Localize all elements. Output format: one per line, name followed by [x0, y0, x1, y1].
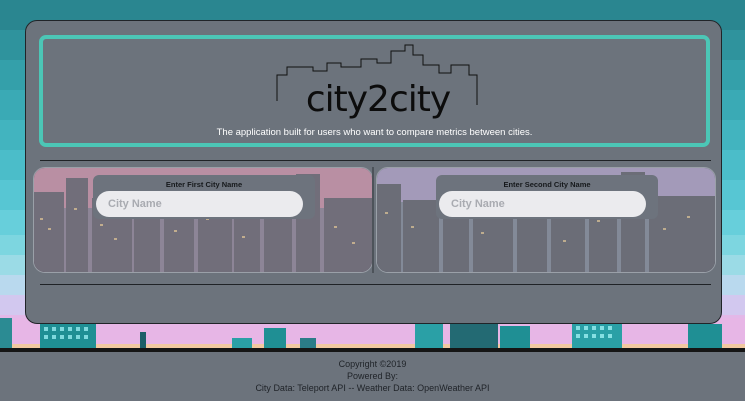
- divider-top: [40, 160, 711, 161]
- data-sources-text: City Data: Teleport API -- Weather Data:…: [255, 383, 490, 393]
- divider-bottom: [40, 284, 711, 285]
- first-city-panel: Enter First City Name: [33, 167, 373, 273]
- second-city-label: Enter Second City Name: [503, 180, 591, 189]
- tagline: The application built for users who want…: [216, 127, 533, 138]
- first-city-label: Enter First City Name: [165, 180, 243, 189]
- header-banner: city2city The application built for user…: [39, 35, 710, 147]
- second-city-input-box: Enter Second City Name: [436, 175, 658, 219]
- logo-text: city2city: [305, 79, 451, 120]
- powered-by-text: Powered By:: [346, 371, 399, 381]
- second-city-panel: Enter Second City Name: [376, 167, 716, 273]
- copyright-text: Copyright ©2019: [338, 359, 407, 369]
- panel-divider: [372, 167, 374, 273]
- second-city-input[interactable]: [439, 191, 646, 217]
- main-card: city2city The application built for user…: [25, 20, 722, 324]
- first-city-input-box: Enter First City Name: [93, 175, 315, 219]
- first-city-input[interactable]: [96, 191, 303, 217]
- footer: Copyright ©2019 Powered By: City Data: T…: [0, 352, 745, 401]
